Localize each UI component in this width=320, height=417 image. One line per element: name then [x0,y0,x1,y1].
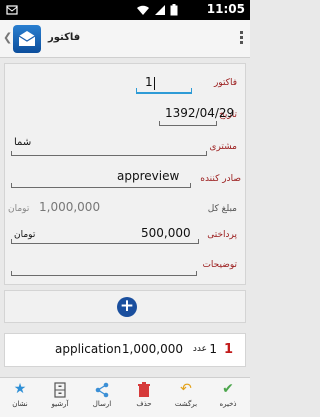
clock: 11:05 [206,2,245,16]
share-icon [82,380,122,400]
item-index: 1 [223,342,233,357]
check-icon: ✔ [222,381,234,397]
issuer-value: appreview [117,169,180,183]
plus-circle-icon[interactable]: + [117,297,137,317]
total-unit: تومان [8,204,30,214]
back-chevron-icon[interactable]: ❮ [3,31,12,44]
status-bar: 11:05 [0,0,250,20]
description-label: توضیحات [202,260,237,270]
battery-icon [170,4,178,16]
wifi-icon [137,5,149,15]
undo-icon: ↶ [180,381,192,397]
customer-input[interactable] [11,134,207,156]
star-icon: ★ [13,381,27,397]
total-label: مبلغ کل [207,204,237,214]
envelope-icon[interactable] [13,25,41,53]
payment-value: 500,000 [141,226,191,240]
customer-value: شما [14,137,32,148]
action-bar: ❮ فاکتور [0,20,250,58]
add-item-bar: + [4,290,246,323]
invoice-form: فاکتور 1 تاریخ 1392/04/29 مشتری شما صادر… [4,63,246,285]
back-button[interactable]: ↶ برگشت [166,380,206,416]
item-quantity: 1 [209,342,217,356]
notification-icon [6,5,18,15]
trash-icon [124,380,164,400]
delete-button[interactable]: حذف [124,380,164,416]
invoice-label: فاکتور [213,78,237,88]
payment-label: پرداختی [207,230,237,240]
list-item[interactable]: 1 1 عدد 1,000,000 application [4,333,246,367]
overflow-menu-icon[interactable] [238,29,244,49]
archive-icon [40,380,80,400]
date-value: 1392/04/29 [165,106,235,120]
save-button[interactable]: ✔ ذخیره [208,380,248,416]
page-title: فاکتور [48,32,81,43]
description-input[interactable] [11,254,197,276]
bookmark-button[interactable]: ★ نشان [0,380,40,416]
issuer-label: صادر کننده [200,174,241,184]
customer-label: مشتری [209,142,237,152]
signal-icon [155,5,165,15]
send-button[interactable]: ارسال [82,380,122,416]
invoice-number-input[interactable]: 1 [136,72,192,94]
archive-button[interactable]: آرشیو [40,380,80,416]
payment-unit: تومان [14,230,36,240]
item-price: 1,000,000 [121,342,183,356]
total-value: 1,000,000 [39,200,101,214]
bottom-toolbar: ✔ ذخیره ↶ برگشت حذف ارسال آرشیو ★ نشان [0,377,250,417]
item-name: application [55,342,122,356]
item-unit: عدد [192,344,207,354]
